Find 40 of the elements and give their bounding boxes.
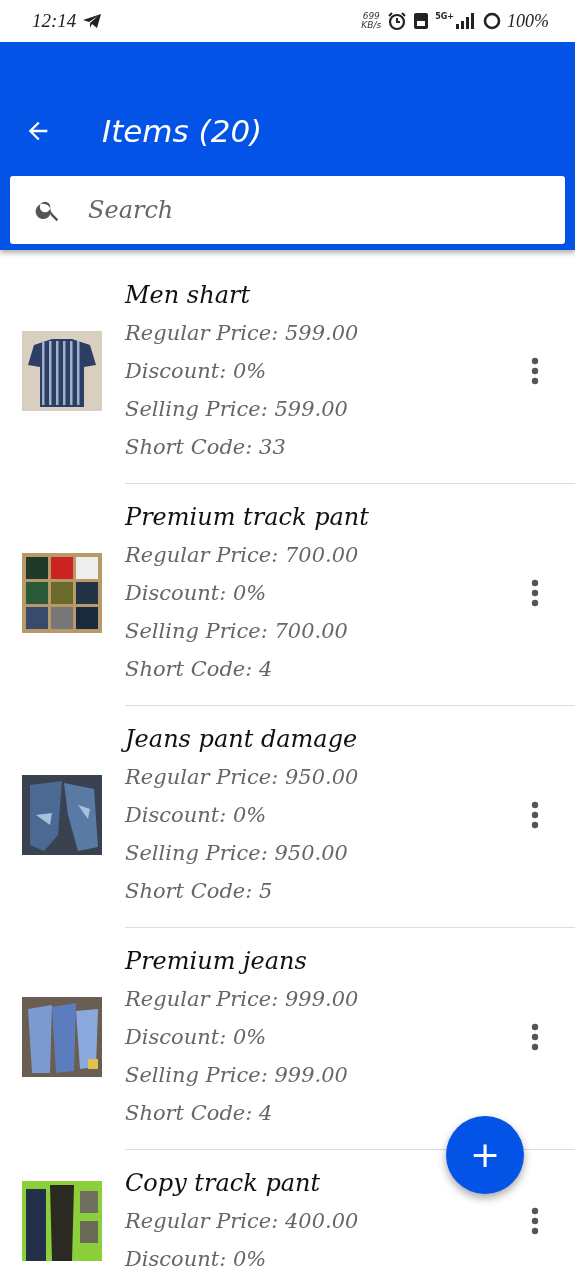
signal-icon bbox=[455, 12, 477, 30]
item-name: Men shart bbox=[125, 280, 252, 311]
item-detail: Selling Price: 700.00 bbox=[125, 618, 349, 645]
item-detail: Selling Price: 999.00 bbox=[125, 1062, 349, 1089]
item-detail: Selling Price: 950.00 bbox=[125, 840, 349, 867]
network-type: 5G+ bbox=[435, 12, 454, 21]
item-detail: Short Code: 4 bbox=[125, 1100, 274, 1127]
item-name: Premium track pant bbox=[125, 502, 370, 533]
item-detail: Short Code: 5 bbox=[125, 878, 274, 905]
sim-card-icon bbox=[413, 12, 430, 30]
kebab-menu-icon[interactable] bbox=[531, 1206, 539, 1236]
screen-title: Items (20) bbox=[102, 113, 263, 149]
paper-plane-icon bbox=[82, 13, 103, 29]
search-field[interactable]: Search bbox=[10, 176, 565, 244]
item-detail: Discount: 0% bbox=[125, 1246, 268, 1273]
item-detail: Short Code: 33 bbox=[125, 434, 287, 461]
network-speed: 699 bbox=[362, 12, 380, 21]
add-button[interactable]: + bbox=[446, 1116, 524, 1194]
item-detail: Short Code: 4 bbox=[125, 656, 274, 683]
item-detail: Regular Price: 700.00 bbox=[125, 542, 360, 569]
kebab-menu-icon[interactable] bbox=[531, 356, 539, 386]
item-detail: Regular Price: 999.00 bbox=[125, 986, 360, 1013]
item-name: Premium jeans bbox=[125, 946, 308, 977]
item-detail: Discount: 0% bbox=[125, 580, 268, 607]
item-detail: Discount: 0% bbox=[125, 802, 268, 829]
alarm-clock-icon bbox=[387, 11, 408, 31]
kebab-menu-icon[interactable] bbox=[531, 578, 539, 608]
kebab-menu-icon[interactable] bbox=[531, 1022, 539, 1052]
clock-time: 12:14 bbox=[32, 10, 77, 32]
item-detail: Selling Price: 599.00 bbox=[125, 396, 349, 423]
battery-ring-icon bbox=[483, 12, 501, 30]
item-name: Copy track pant bbox=[125, 1168, 322, 1199]
item-detail: Regular Price: 400.00 bbox=[125, 1208, 360, 1235]
battery-level: 100% bbox=[507, 10, 549, 32]
speed-unit: KB/s bbox=[361, 21, 382, 30]
item-detail: Discount: 0% bbox=[125, 358, 268, 385]
item-detail: Regular Price: 950.00 bbox=[125, 764, 360, 791]
item-detail: Regular Price: 599.00 bbox=[125, 320, 360, 347]
kebab-menu-icon[interactable] bbox=[531, 800, 539, 830]
item-detail: Discount: 0% bbox=[125, 1024, 268, 1051]
